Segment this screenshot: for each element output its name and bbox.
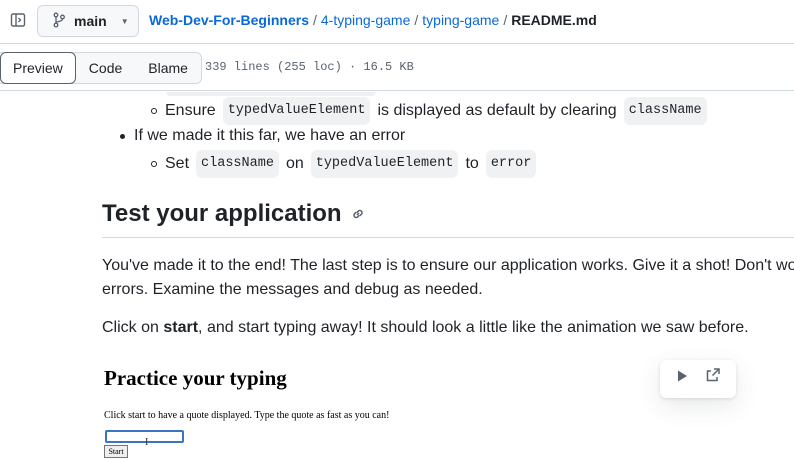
disc-bullet-icon [120, 133, 125, 139]
breadcrumb-separator: / [503, 12, 508, 28]
file-header: main ▼ Web-Dev-For-Beginners/4-typing-ga… [0, 0, 794, 44]
heading-text: Test your application [102, 200, 342, 227]
list-text: on [285, 155, 304, 172]
list-text: to [465, 155, 479, 172]
breadcrumb-current-file: README.md [511, 12, 597, 28]
list-text: is displayed as default by clearing [377, 102, 617, 119]
section-heading: Test your application [102, 200, 794, 238]
inline-code: className [623, 97, 707, 125]
git-branch-icon [52, 12, 66, 31]
inline-code: error [485, 150, 537, 178]
triangle-down-icon: ▼ [120, 16, 129, 26]
text-cursor: I [145, 437, 149, 448]
demo-title: Practice your typing [104, 366, 287, 390]
list-item: Set className on typedValueElement to er… [151, 150, 543, 178]
tab-code[interactable]: Code [76, 53, 135, 83]
list-text: Ensure [165, 102, 216, 119]
paragraph: Click on start, and start typing away! I… [102, 316, 794, 340]
paragraph-line: You've made it to the end! The last step… [102, 257, 794, 274]
link-icon[interactable] [350, 206, 366, 222]
circle-bullet-icon [151, 161, 157, 167]
file-meta: 339 lines (255 loc) · 16.5 KB [205, 60, 414, 74]
readme-content: Ensure typedValueElement is displayed as… [0, 92, 794, 460]
inline-code: typedValueElement [222, 97, 371, 125]
animation-player-controls [660, 360, 736, 398]
circle-bullet-icon [151, 108, 157, 114]
bold-text: start [163, 319, 199, 336]
paragraph-line: errors. Examine the messages and debug a… [102, 281, 483, 298]
inline-code: typedValueElement [310, 150, 459, 178]
breadcrumb-folder-link[interactable]: 4-typing-game [321, 12, 411, 28]
breadcrumb-separator: / [312, 12, 317, 28]
breadcrumb-repo-link[interactable]: Web-Dev-For-Beginners [149, 12, 309, 28]
list-item: If we made it this far, we have an error [120, 124, 405, 148]
play-icon[interactable] [675, 367, 689, 391]
sidebar-expand-icon[interactable] [8, 9, 28, 31]
tab-preview[interactable]: Preview [0, 51, 76, 84]
link-external-icon[interactable] [705, 367, 721, 391]
inline-code: className [196, 150, 279, 178]
file-toolbar: Preview Code Blame 339 lines (255 loc) ·… [0, 45, 794, 91]
demo-animation: Practice your typing Click start to have… [102, 360, 742, 460]
breadcrumb-folder-link[interactable]: typing-game [422, 12, 499, 28]
branch-name: main [74, 13, 107, 29]
tab-blame[interactable]: Blame [135, 53, 201, 83]
paragraph-text: , and start typing away! It should look … [198, 319, 749, 336]
breadcrumb-separator: / [414, 12, 419, 28]
breadcrumb: Web-Dev-For-Beginners/4-typing-game / typi… [149, 12, 597, 28]
demo-start-button: Start [104, 445, 128, 458]
paragraph: You've made it to the end! The last step… [102, 254, 794, 302]
paragraph-text: Click on [102, 319, 164, 336]
demo-subtitle: Click start to have a quote displayed. T… [104, 410, 390, 421]
list-text: If we made it this far, we have an error [134, 127, 406, 144]
list-text: Set [165, 155, 190, 172]
list-item: Ensure typedValueElement is displayed as… [151, 97, 714, 125]
view-mode-segmented-control: Preview Code Blame [0, 51, 202, 84]
branch-selector-button[interactable]: main ▼ [37, 5, 139, 37]
